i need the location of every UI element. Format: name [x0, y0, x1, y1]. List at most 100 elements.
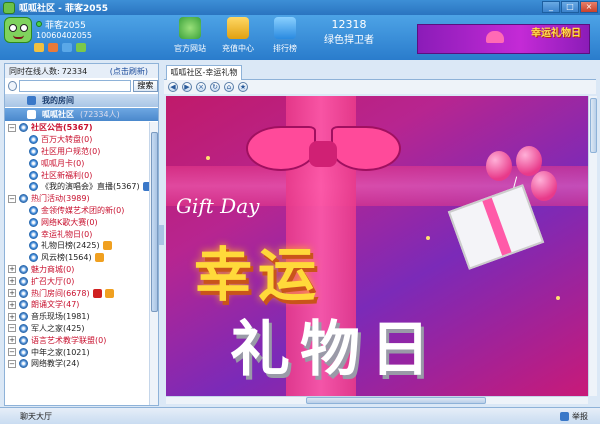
tree-room-item[interactable]: 百万大转盘(0)	[5, 134, 158, 146]
browser-toolbar: ◀ ▶ × ↻ ⌂ ★	[164, 80, 596, 94]
expand-icon[interactable]: +	[8, 265, 16, 274]
header: 菲客2055 10060402055 官方网站 充值中心 排行榜 12318 绿…	[0, 15, 600, 60]
category-globe-icon	[19, 288, 28, 298]
tree-room-item[interactable]: 风云榜(1564)	[5, 252, 158, 264]
tree-item-label: 朗诵文学(47)	[31, 300, 80, 310]
promo-content[interactable]: Gift Day 幸运 礼物日	[166, 96, 588, 396]
tree-category-item[interactable]: − 军人之家(425)	[5, 323, 158, 335]
room-globe-icon	[29, 253, 38, 263]
content-vertical-scrollbar[interactable]	[588, 96, 597, 396]
tree-room-item[interactable]: 《我的演唱会》直播(5367)	[5, 181, 158, 193]
my-room-header[interactable]: 我的房间	[5, 94, 158, 108]
promo-banner[interactable]: 幸运礼物日	[417, 24, 590, 54]
room-globe-icon	[29, 217, 38, 227]
tree-category-item[interactable]: − 热门活动(3989)	[5, 193, 158, 205]
globe-icon	[179, 17, 201, 39]
home-icon	[27, 96, 36, 105]
room-badge-icon	[104, 288, 114, 298]
tree-category-item[interactable]: + 朗诵文学(47)	[5, 299, 158, 311]
expand-icon[interactable]: +	[8, 336, 16, 345]
tree-room-item[interactable]: 礼物日榜(2425)	[5, 240, 158, 252]
title-bar: 呱呱社区 - 菲客2055 _ □ ×	[0, 0, 600, 15]
tree-room-item[interactable]: 社区用户规范(0)	[5, 146, 158, 158]
stop-icon[interactable]: ×	[196, 82, 206, 92]
chat-hall-button[interactable]: 聊天大厅	[20, 411, 52, 422]
tree-item-label: 热门活动(3989)	[31, 194, 90, 204]
close-button[interactable]: ×	[580, 1, 598, 13]
tree-room-item[interactable]: 呱呱月卡(0)	[5, 157, 158, 169]
tree-item-label: 社区用户规范(0)	[41, 146, 101, 156]
nav-official-site[interactable]: 官方网站	[168, 17, 212, 57]
minimize-button[interactable]: _	[542, 1, 560, 13]
collapse-icon[interactable]: −	[8, 194, 16, 203]
tree-category-item[interactable]: + 魅力商城(0)	[5, 264, 158, 276]
forward-icon[interactable]: ▶	[182, 82, 192, 92]
tree-room-item[interactable]: 社区新福利(0)	[5, 169, 158, 181]
category-globe-icon	[19, 347, 28, 357]
ribbon-bow-icon	[246, 126, 316, 171]
tree-room-item[interactable]: 幸运礼物日(0)	[5, 228, 158, 240]
expand-icon[interactable]: +	[8, 277, 16, 286]
tree-category-item[interactable]: − 网络教学(24)	[5, 358, 158, 370]
tree-category-item[interactable]: + 语言艺术教学联盟(0)	[5, 334, 158, 346]
content-horizontal-scrollbar[interactable]	[166, 396, 588, 404]
maximize-button[interactable]: □	[561, 1, 579, 13]
search-input[interactable]	[18, 80, 131, 92]
category-globe-icon	[19, 323, 28, 333]
collapse-icon[interactable]: −	[8, 324, 16, 333]
room-globe-icon	[29, 135, 38, 145]
online-count-bar: 同时在线人数: 72334 (点击刷新)	[5, 64, 158, 78]
friends-icon[interactable]	[76, 43, 86, 52]
search-icon	[8, 81, 17, 91]
tree-category-item[interactable]: + 扩召大厅(0)	[5, 275, 158, 287]
tree-category-item[interactable]: + 热门房间(6678)	[5, 287, 158, 299]
category-globe-icon	[19, 276, 28, 286]
mail-icon[interactable]	[34, 43, 44, 52]
tree-category-item[interactable]: − 社区公告(5367)	[5, 122, 158, 134]
username: 菲客2055	[45, 21, 86, 31]
report-button[interactable]: 举报	[560, 411, 588, 422]
tab-lucky-gift-day[interactable]: 呱呱社区-幸运礼物日	[166, 65, 242, 91]
tree-item-label: 风云榜(1564)	[41, 253, 92, 263]
community-header[interactable]: 呱呱社区 (72334人)	[5, 108, 158, 122]
settings-icon[interactable]	[62, 43, 72, 52]
expand-icon[interactable]: +	[8, 312, 16, 321]
app-logo-icon	[3, 1, 15, 14]
message-icon[interactable]	[48, 43, 58, 52]
back-icon[interactable]: ◀	[168, 82, 178, 92]
tree-item-label: 军人之家(425)	[31, 323, 85, 333]
refresh-link[interactable]: (点击刷新)	[110, 66, 148, 77]
category-globe-icon	[19, 359, 28, 369]
tree-category-item[interactable]: − 中年之家(1021)	[5, 346, 158, 358]
online-status-icon[interactable]	[36, 21, 42, 27]
nav-ranking[interactable]: 排行榜	[263, 17, 307, 57]
collapse-icon[interactable]: −	[8, 123, 16, 132]
tree-item-label: 呱呱月卡(0)	[41, 158, 85, 168]
left-scrollbar[interactable]	[149, 122, 158, 405]
expand-icon[interactable]: +	[8, 289, 16, 298]
ranking-icon	[274, 17, 296, 39]
search-button[interactable]: 搜索	[132, 80, 158, 92]
tree-item-label: 幸运礼物日(0)	[41, 229, 93, 239]
promo-title-line2: 礼物日	[230, 315, 440, 385]
room-badge-icon	[94, 253, 104, 263]
nav-recharge-center[interactable]: 充值中心	[216, 17, 260, 57]
tree-room-item[interactable]: 金领传媒艺术团的新(0)	[5, 205, 158, 217]
collapse-icon[interactable]: −	[8, 348, 16, 357]
expand-icon[interactable]: +	[8, 300, 16, 309]
avatar[interactable]	[4, 17, 32, 43]
room-globe-icon	[29, 205, 38, 215]
tree-room-item[interactable]: 网络K歌大赛(0)	[5, 216, 158, 228]
tree-category-item[interactable]: + 音乐现场(1981)	[5, 311, 158, 323]
category-globe-icon	[19, 335, 28, 345]
collapse-icon[interactable]: −	[8, 359, 16, 368]
panel-collapse-handle[interactable]	[159, 225, 164, 245]
tree-item-label: 中年之家(1021)	[31, 347, 90, 357]
favorite-icon[interactable]: ★	[238, 82, 248, 92]
room-globe-icon	[29, 241, 38, 251]
home-icon[interactable]: ⌂	[224, 82, 234, 92]
tree-item-label: 网络K歌大赛(0)	[41, 217, 98, 227]
room-globe-icon	[29, 182, 38, 192]
user-id: 10060402055	[36, 31, 92, 40]
refresh-icon[interactable]: ↻	[210, 82, 220, 92]
